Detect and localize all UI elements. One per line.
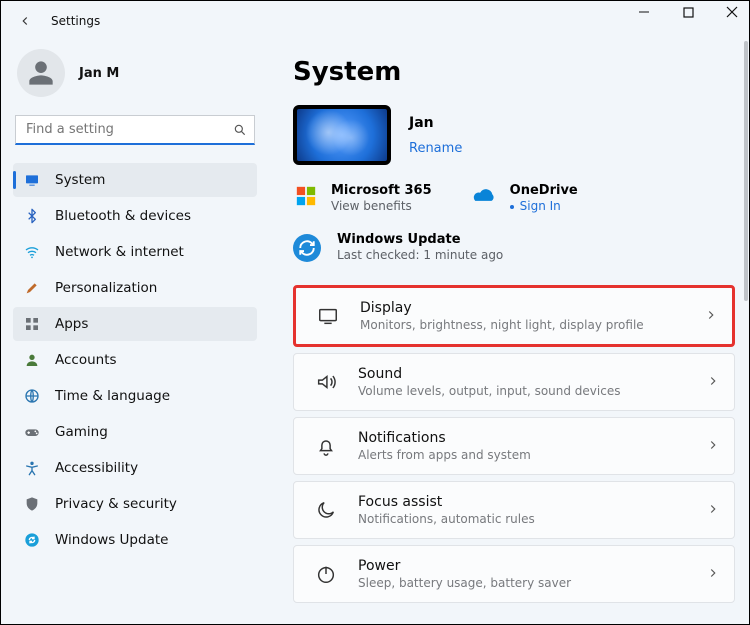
nav-item-windows-update[interactable]: Windows Update	[13, 523, 257, 557]
nav-item-time-language[interactable]: Time & language	[13, 379, 257, 413]
card-display[interactable]: Display Monitors, brightness, night light…	[293, 285, 735, 347]
maximize-button[interactable]	[679, 3, 697, 21]
card-subtitle: Alerts from apps and system	[358, 448, 531, 462]
nav-label: Personalization	[55, 280, 157, 296]
close-button[interactable]	[723, 3, 741, 21]
sound-icon	[308, 371, 344, 393]
nav-label: Privacy & security	[55, 496, 177, 512]
page-title: System	[293, 57, 741, 87]
pc-thumbnail	[293, 105, 391, 165]
chevron-right-icon	[706, 373, 720, 392]
nav-item-privacy-security[interactable]: Privacy & security	[13, 487, 257, 521]
card-title: Notifications	[358, 430, 531, 446]
shield-icon	[23, 495, 41, 513]
nav-label: Accounts	[55, 352, 117, 368]
m365-sub: View benefits	[331, 199, 432, 215]
card-title: Focus assist	[358, 494, 535, 510]
nav-item-bluetooth-devices[interactable]: Bluetooth & devices	[13, 199, 257, 233]
card-subtitle: Sleep, battery usage, battery saver	[358, 576, 571, 590]
onedrive-icon	[472, 183, 498, 209]
system-icon	[23, 171, 41, 189]
power-icon	[308, 563, 344, 585]
person-icon	[23, 351, 41, 369]
brush-icon	[23, 279, 41, 297]
nav-label: Bluetooth & devices	[55, 208, 191, 224]
card-subtitle: Volume levels, output, input, sound devi…	[358, 384, 620, 398]
update-icon	[23, 531, 41, 549]
nav-label: System	[55, 172, 105, 188]
profile-name: Jan M	[79, 66, 119, 81]
back-button[interactable]	[13, 9, 37, 33]
nav-item-gaming[interactable]: Gaming	[13, 415, 257, 449]
card-sound[interactable]: Sound Volume levels, output, input, sound…	[293, 353, 735, 411]
accessibility-icon	[23, 459, 41, 477]
nav-item-accounts[interactable]: Accounts	[13, 343, 257, 377]
nav-label: Network & internet	[55, 244, 184, 260]
card-subtitle: Notifications, automatic rules	[358, 512, 535, 526]
card-subtitle: Monitors, brightness, night light, displ…	[360, 318, 644, 332]
main-content: System Jan Rename Microsoft 365 View ben…	[269, 41, 749, 624]
nav-item-accessibility[interactable]: Accessibility	[13, 451, 257, 485]
display-icon	[310, 305, 346, 327]
m365-card[interactable]: Microsoft 365 View benefits	[293, 183, 432, 214]
sidebar: Jan M System Bluetooth & devices Network &…	[1, 41, 269, 624]
nav-label: Windows Update	[55, 532, 168, 548]
nav-label: Gaming	[55, 424, 108, 440]
scrollbar[interactable]	[742, 41, 748, 622]
scroll-thumb[interactable]	[744, 41, 748, 301]
nav-item-system[interactable]: System	[13, 163, 257, 197]
card-notifications[interactable]: Notifications Alerts from apps and system	[293, 417, 735, 475]
wifi-icon	[23, 243, 41, 261]
card-title: Power	[358, 558, 571, 574]
m365-title: Microsoft 365	[331, 183, 432, 199]
chevron-right-icon	[706, 501, 720, 520]
chevron-right-icon	[704, 307, 718, 326]
wu-title: Windows Update	[337, 232, 503, 248]
chevron-right-icon	[706, 565, 720, 584]
onedrive-title: OneDrive	[510, 183, 578, 199]
pc-name: Jan	[409, 115, 462, 131]
minimize-button[interactable]	[635, 3, 653, 21]
app-title: Settings	[51, 14, 100, 28]
card-focus-assist[interactable]: Focus assist Notifications, automatic rul…	[293, 481, 735, 539]
nav-item-network-internet[interactable]: Network & internet	[13, 235, 257, 269]
gamepad-icon	[23, 423, 41, 441]
card-title: Display	[360, 300, 644, 316]
rename-link[interactable]: Rename	[409, 141, 462, 156]
search-input[interactable]	[15, 115, 255, 145]
moon-icon	[308, 499, 344, 521]
apps-icon	[23, 315, 41, 333]
m365-icon	[293, 183, 319, 209]
avatar-icon	[17, 49, 65, 97]
card-power[interactable]: Power Sleep, battery usage, battery saver	[293, 545, 735, 603]
windows-update-row[interactable]: Windows Update Last checked: 1 minute ag…	[293, 232, 741, 263]
onedrive-card[interactable]: OneDrive Sign In	[472, 183, 578, 214]
nav-label: Accessibility	[55, 460, 138, 476]
chevron-right-icon	[706, 437, 720, 456]
nav-label: Apps	[55, 316, 88, 332]
bell-icon	[308, 435, 344, 457]
search-icon	[233, 122, 247, 141]
nav-label: Time & language	[55, 388, 170, 404]
nav-list: System Bluetooth & devices Network & inter…	[13, 163, 257, 557]
update-icon	[293, 234, 321, 262]
card-title: Sound	[358, 366, 620, 382]
wu-sub: Last checked: 1 minute ago	[337, 248, 503, 264]
profile-block[interactable]: Jan M	[17, 49, 251, 97]
globe-icon	[23, 387, 41, 405]
nav-item-personalization[interactable]: Personalization	[13, 271, 257, 305]
onedrive-signin-link[interactable]: Sign In	[510, 199, 578, 215]
bluetooth-icon	[23, 207, 41, 225]
nav-item-apps[interactable]: Apps	[13, 307, 257, 341]
